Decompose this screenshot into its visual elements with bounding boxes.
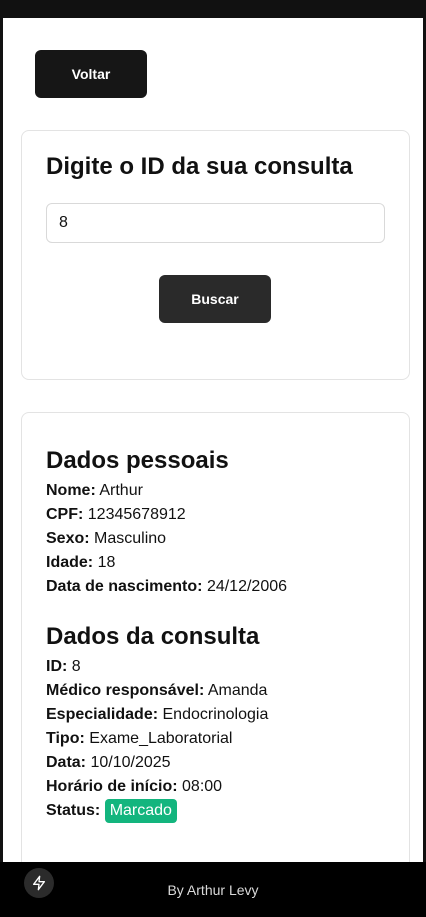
dev-tools-button[interactable] [24,868,54,898]
field-value: 08:00 [182,778,223,795]
field-label: Horário de início: [46,778,178,795]
consultation-id-input[interactable]: 8 [46,203,385,243]
search-title: Digite o ID da sua consulta [46,153,353,180]
field-value: 24/12/2006 [206,578,288,595]
field-value: 12345678912 [87,506,186,523]
field-label: Status: [46,802,101,819]
field-sex: Sexo: Masculino [46,527,166,551]
search-card: Digite o ID da sua consulta 8 Buscar [21,130,410,380]
search-button[interactable]: Buscar [159,275,271,323]
field-value: 18 [97,554,116,571]
field-label: Sexo: [46,530,90,547]
field-label: Tipo: [46,730,85,747]
field-doctor: Médico responsável: Amanda [46,679,267,703]
window-frame-left [0,0,3,917]
field-name: Nome: Arthur [46,479,143,503]
field-label: Data: [46,754,87,771]
field-specialty: Especialidade: Endocrinologia [46,703,268,727]
field-label: ID: [46,658,68,675]
consultation-data-title: Dados da consulta [46,623,260,650]
field-value: Arthur [99,482,143,499]
field-cpf: CPF: 12345678912 [46,503,186,527]
field-value: Endocrinologia [162,706,269,723]
field-start-time: Horário de início: 08:00 [46,775,222,799]
field-status: Status: Marcado [46,799,177,823]
field-date: Data: 10/10/2025 [46,751,171,775]
status-badge: Marcado [104,799,177,823]
result-card: Dados pessoais Nome: Arthur CPF: 1234567… [21,412,410,872]
bolt-icon [33,875,45,891]
field-label: Data de nascimento: [46,578,203,595]
field-value: 8 [71,658,81,675]
field-age: Idade: 18 [46,551,115,575]
field-label: Especialidade: [46,706,159,723]
field-label: CPF: [46,506,84,523]
personal-data-title: Dados pessoais [46,447,229,474]
back-button[interactable]: Voltar [35,50,147,98]
footer-credit: By Arthur Levy [167,881,259,898]
field-label: Médico responsável: [46,682,205,699]
window-frame-top [0,0,426,18]
field-type: Tipo: Exame_Laboratorial [46,727,232,751]
field-value: Masculino [94,530,167,547]
field-value: 10/10/2025 [90,754,171,771]
field-birthdate: Data de nascimento: 24/12/2006 [46,575,287,599]
field-value: Exame_Laboratorial [89,730,233,747]
footer: By Arthur Levy [0,862,426,917]
field-label: Nome: [46,482,96,499]
field-id: ID: 8 [46,655,81,679]
field-value: Amanda [207,682,268,699]
field-label: Idade: [46,554,94,571]
